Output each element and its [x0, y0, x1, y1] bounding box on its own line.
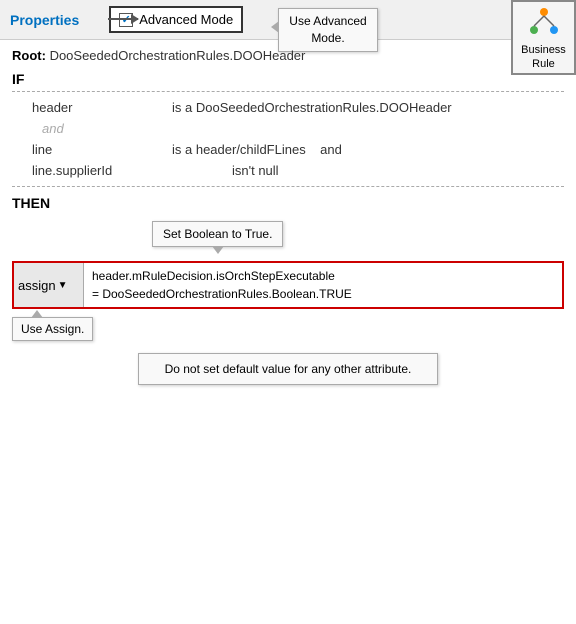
toolbar: Properties Advanced Mode Use Advanced Mo… — [0, 0, 576, 40]
and-label: and — [12, 121, 564, 136]
default-value-box: Do not set default value for any other a… — [138, 353, 438, 385]
assign-dropdown-arrow[interactable]: ▼ — [58, 280, 68, 291]
if-dashed-line — [12, 91, 564, 92]
arrow-properties — [108, 18, 138, 20]
assign-value-line1: header.mRuleDecision.isOrchStepExecutabl… — [92, 267, 352, 285]
condition-line: line is a header/childFLines and — [12, 142, 564, 157]
advanced-mode-label: Advanced Mode — [139, 12, 233, 27]
root-label: Root: — [12, 48, 46, 63]
condition-supplier-subject: line.supplierId — [32, 163, 232, 178]
condition-header-subject: header — [32, 100, 172, 115]
condition-line-subject: line — [32, 142, 172, 157]
condition-supplier: line.supplierId isn't null — [12, 163, 564, 178]
condition-line-predicate: is a header/childFLines and — [172, 142, 342, 157]
condition-supplier-predicate: isn't null — [232, 163, 279, 178]
if-label: IF — [12, 71, 564, 87]
set-boolean-area: Set Boolean to True. — [12, 215, 564, 255]
main-content: Root: DooSeededOrchestrationRules.DOOHea… — [0, 40, 576, 393]
then-dashed-line — [12, 186, 564, 187]
use-assign-tooltip: Use Assign. — [12, 317, 93, 341]
properties-label: Properties — [10, 12, 79, 28]
assign-label: assign — [18, 278, 56, 293]
root-line: Root: DooSeededOrchestrationRules.DOOHea… — [12, 48, 564, 63]
assign-value-line2: = DooSeededOrchestrationRules.Boolean.TR… — [92, 285, 352, 303]
root-value: DooSeededOrchestrationRules.DOOHeader — [50, 48, 306, 63]
set-boolean-tooltip: Set Boolean to True. — [152, 221, 283, 247]
business-rule-icon — [526, 4, 562, 40]
then-label: THEN — [12, 195, 564, 211]
assign-value: header.mRuleDecision.isOrchStepExecutabl… — [84, 263, 360, 307]
assign-area: assign ▼ header.mRuleDecision.isOrchStep… — [12, 261, 564, 309]
assign-button[interactable]: assign ▼ — [14, 263, 84, 307]
condition-header-predicate: is a DooSeededOrchestrationRules.DOOHead… — [172, 100, 452, 115]
condition-header: header is a DooSeededOrchestrationRules.… — [12, 100, 564, 115]
